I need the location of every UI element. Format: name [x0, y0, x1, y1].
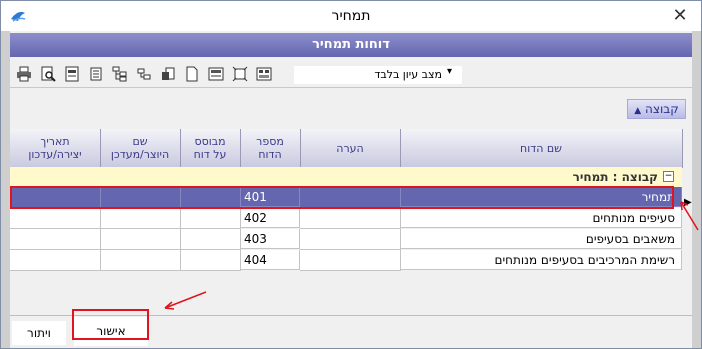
collapse-icon[interactable]: −: [663, 171, 674, 182]
group-button-label: קבוצה: [645, 102, 679, 116]
group-button[interactable]: קבוצה ▲: [627, 99, 686, 119]
cell-note: [300, 229, 401, 250]
dialog-content: דוחות תמחיר מצב עיון בלבד ▾ קבוצה ▲ שם ה…: [10, 31, 692, 348]
view-mode-select[interactable]: מצב עיון בלבד ▾: [293, 65, 463, 85]
col-report-name[interactable]: שם הדוח: [400, 129, 683, 168]
cell-report-number: 401: [240, 187, 300, 207]
cell-report-number: 403: [240, 229, 300, 249]
cell-report-name: סעיפים מנותחים: [400, 208, 682, 228]
report-dialog: תמחיר ✕ דוחות תמחיר מצב עיון בלבד ▾ קבוצ…: [0, 0, 702, 349]
cancel-button[interactable]: ויתור: [12, 321, 66, 345]
export-pdf-icon[interactable]: [64, 66, 80, 82]
window-title: תמחיר: [331, 8, 371, 24]
triangle-up-icon: ▲: [634, 106, 642, 116]
reports-grid: שם הדוח הערה מספר הדוח מבוסס על דוח שם ה…: [10, 129, 683, 305]
col-creator[interactable]: שם היוצר/מעדכן: [100, 129, 181, 168]
report-list-icon[interactable]: [88, 66, 104, 82]
open-file-icon[interactable]: [160, 66, 176, 82]
close-icon: ✕: [672, 4, 688, 26]
table-row[interactable]: רשימת המרכיבים בסעיפים מנותחים 404: [10, 250, 682, 271]
toolbar-divider: [10, 87, 692, 88]
cell-creator: [100, 187, 181, 208]
cell-report-name: רשימת המרכיבים בסעיפים מנותחים: [400, 250, 682, 270]
fit-page-icon[interactable]: [232, 66, 248, 82]
table-row[interactable]: משאבים בסעיפים 403: [10, 229, 682, 250]
tree-structure-icon[interactable]: [112, 66, 128, 82]
window-frame-right: [692, 31, 701, 348]
title-bar: תמחיר ✕: [1, 1, 701, 31]
col-report-name-label: שם הדוח: [520, 141, 562, 155]
table-row[interactable]: סעיפים מנותחים 402: [10, 208, 682, 229]
cell-creator: [100, 229, 181, 250]
col-creator-label: שם היוצר/מעדכן: [110, 135, 170, 161]
cell-creator: [100, 208, 181, 229]
cell-date: [10, 208, 101, 229]
col-report-number[interactable]: מספר הדוח: [240, 129, 301, 168]
toolbar: מצב עיון בלבד ▾: [10, 61, 692, 87]
col-note-label: הערה: [336, 141, 364, 155]
print-preview-icon[interactable]: [40, 66, 56, 82]
print-icon[interactable]: [16, 66, 32, 82]
cell-based-on: [180, 208, 241, 229]
ok-button[interactable]: אישור: [74, 317, 148, 346]
cell-note: [300, 208, 401, 229]
cell-report-name: תמחיר: [400, 187, 682, 207]
col-based-on[interactable]: מבוסס על דוח: [180, 129, 241, 168]
cell-based-on: [180, 250, 241, 271]
grid-settings-icon[interactable]: [256, 66, 272, 82]
group-row-label: קבוצה : תמחיר: [572, 170, 658, 184]
reports-header: דוחות תמחיר: [10, 33, 692, 57]
col-date-label: תאריך יצירה/עדכון: [28, 135, 82, 161]
cell-creator: [100, 250, 181, 271]
cell-based-on: [180, 229, 241, 250]
new-document-icon[interactable]: [184, 66, 200, 82]
close-button[interactable]: ✕: [665, 2, 695, 28]
cell-date: [10, 229, 101, 250]
col-based-on-label: מבוסס על דוח: [193, 135, 227, 161]
cell-based-on: [180, 187, 241, 208]
row-indicator-icon: ▶: [684, 197, 692, 208]
cell-report-name: משאבים בסעיפים: [400, 229, 682, 249]
cell-note: [300, 187, 401, 208]
cell-date: [10, 250, 101, 271]
form-icon[interactable]: [208, 66, 224, 82]
cell-note: [300, 250, 401, 271]
group-row[interactable]: − קבוצה : תמחיר: [10, 167, 682, 187]
col-report-number-label: מספר הדוח: [256, 135, 284, 161]
cell-report-number: 404: [240, 250, 300, 270]
view-mode-value: מצב עיון בלבד: [374, 68, 442, 81]
table-row[interactable]: תמחיר 401: [10, 187, 682, 208]
window-frame-left: [1, 31, 10, 348]
footer-divider: [10, 315, 692, 316]
hierarchy-icon[interactable]: [136, 66, 152, 82]
col-note[interactable]: הערה: [300, 129, 401, 168]
col-date[interactable]: תאריך יצירה/עדכון: [10, 129, 101, 168]
cell-date: [10, 187, 101, 208]
cell-report-number: 402: [240, 208, 300, 228]
chevron-down-icon: ▾: [447, 66, 453, 77]
